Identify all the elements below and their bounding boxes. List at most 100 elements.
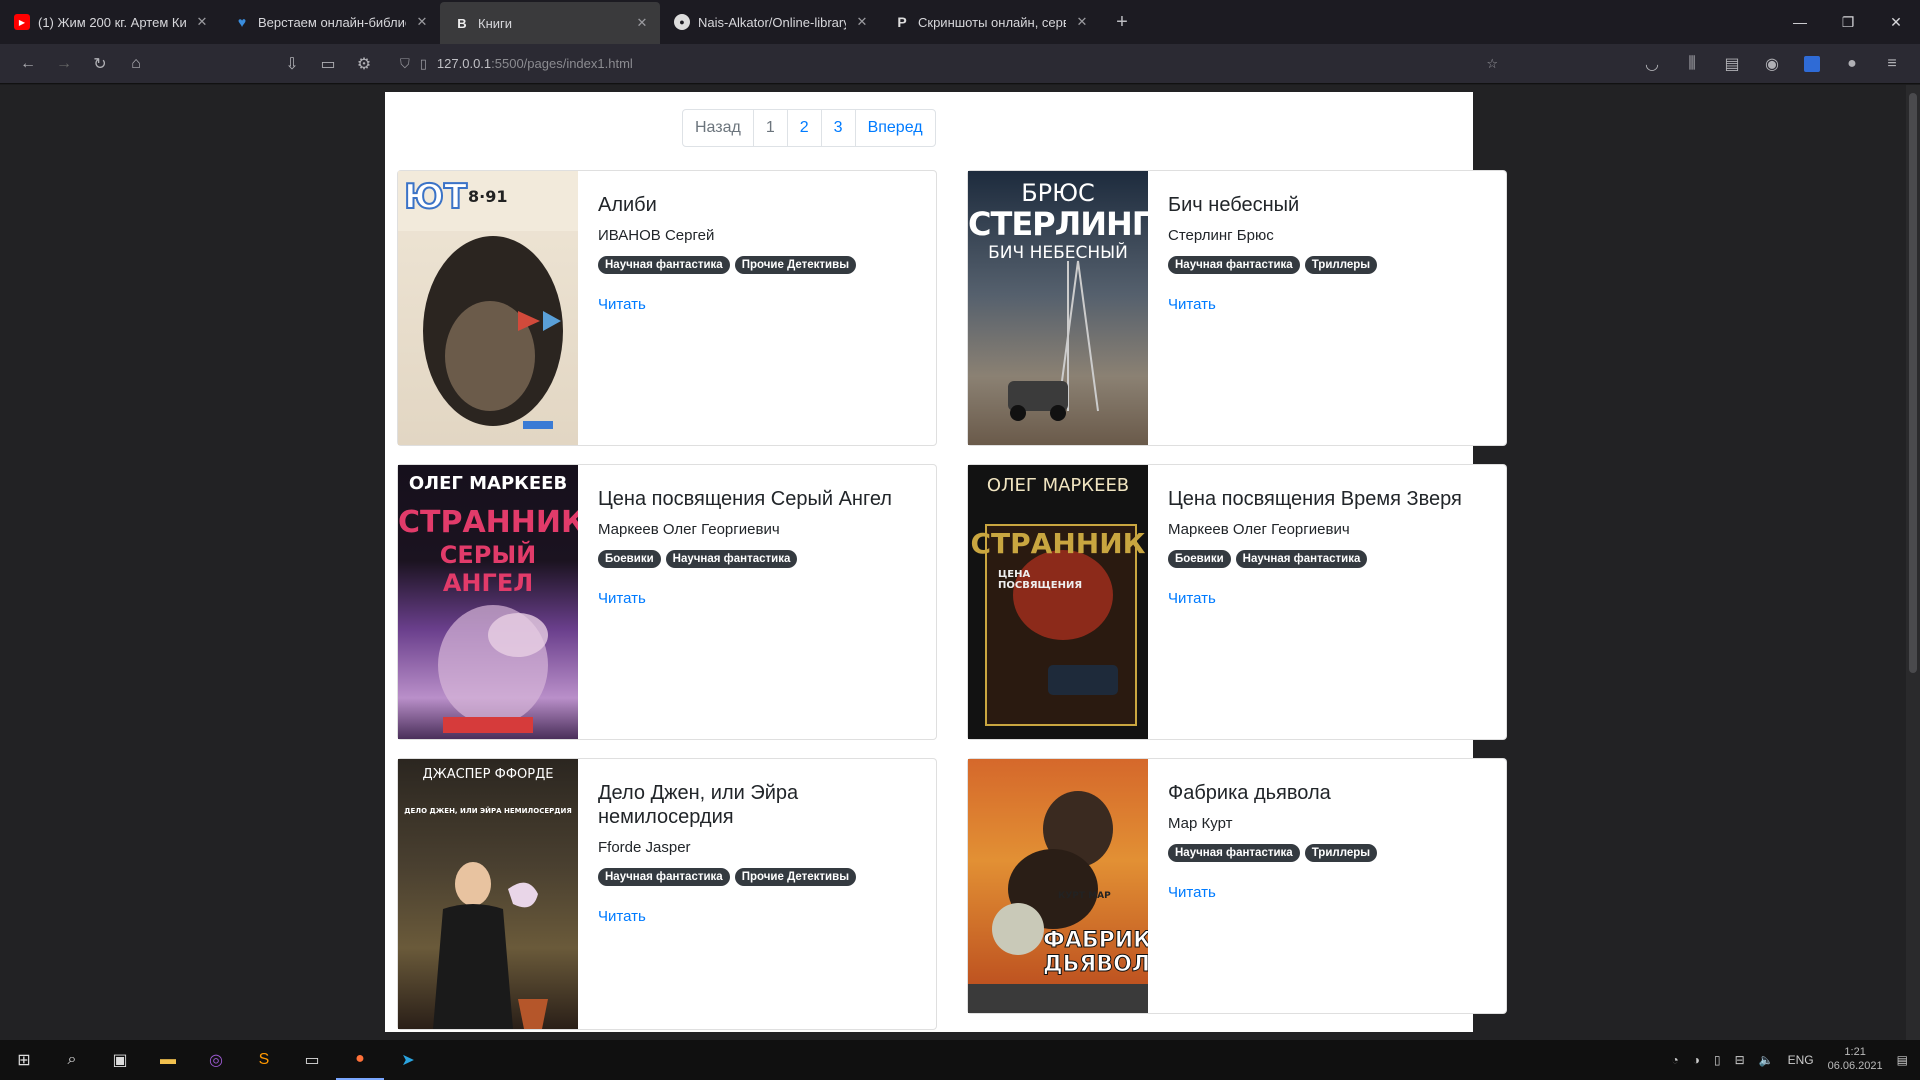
read-link[interactable]: Читать [1168,884,1216,901]
book-title: Цена посвящения Серый Ангел [598,488,892,510]
heart-icon: ♥ [237,14,247,30]
book-card-body: Цена посвящения Серый Ангел Маркеев Олег… [578,465,936,739]
task-view-icon[interactable]: ▣ [96,1040,144,1080]
close-icon[interactable]: ✕ [634,15,650,31]
tab-title: Верстаем онлайн-библиотеку [258,14,406,30]
telegram-icon[interactable]: ➤ [384,1040,432,1080]
pagination-next[interactable]: Вперед [854,110,935,146]
network-icon[interactable]: ⊟ [1735,1053,1745,1067]
back-icon[interactable]: ← [10,48,46,80]
volume-icon[interactable]: 🔈 [1759,1053,1774,1067]
tab-title: Nais-Alkator/Online-library: Jin [698,14,846,30]
genre-badge: Триллеры [1304,256,1378,274]
read-link[interactable]: Читать [1168,590,1216,607]
genre-badge: Боевики [1168,550,1231,568]
book-cover: КУРТ МАР ФАБРИКА ДЬЯВОЛА [968,759,1148,1013]
app-icon[interactable]: ◎ [192,1040,240,1080]
menu-icon[interactable]: ≡ [1874,48,1910,80]
firefox-icon[interactable]: ● [336,1040,384,1080]
book-author: Fforde Jasper [598,839,691,856]
sidebar-icon[interactable]: ▤ [1714,48,1750,80]
downloads-icon[interactable]: ⇩ [274,48,310,80]
cover-series: СТРАННИК [970,527,1146,560]
settings-icon[interactable]: ⚙ [346,48,382,80]
extension-icon[interactable] [1794,48,1830,80]
genre-badge: Боевики [598,550,661,568]
minimize-icon[interactable]: — [1776,0,1824,44]
notifications-icon[interactable]: ▤ [1897,1053,1908,1067]
scrollbar-thumb[interactable] [1909,93,1917,673]
cover-title: СЕРЫЙ АНГЕЛ [439,541,537,597]
browser-tab[interactable]: ▶ (1) Жим 200 кг. Артем Кириенк ✕ [0,0,220,44]
genre-badge: Научная фантастика [1235,550,1368,568]
url-bar[interactable]: ⛉ ▯ 127.0.0.1:5500/pages/index1.html ☆ [394,49,1614,79]
close-icon[interactable]: ✕ [414,14,430,30]
pagination: Назад 1 2 3 Вперед [682,109,936,147]
forward-icon[interactable]: → [46,48,82,80]
book-card: ОЛЕГ МАРКЕЕВ СТРАННИК ЦЕНА ПОСВЯЩЕНИЯ Це… [967,464,1507,740]
cover-title: БИЧ НЕБЕСНЫЙ [988,243,1128,263]
language-indicator[interactable]: ENG [1788,1053,1814,1067]
browser-tab[interactable]: P Скриншоты онлайн, сервис н ✕ [880,0,1100,44]
file-explorer-icon[interactable]: ▬ [144,1040,192,1080]
shield-icon[interactable]: ⛉ [400,56,410,72]
read-link[interactable]: Читать [598,908,646,925]
sublime-icon[interactable]: S [240,1040,288,1080]
bookmark-star-icon[interactable]: ☆ [1486,56,1498,72]
scrollbar[interactable] [1906,85,1920,1040]
pagination-page-1[interactable]: 1 [752,110,787,146]
battery-icon[interactable]: ▯ [1714,1053,1721,1067]
page-viewport: Назад 1 2 3 Вперед ЮТ 8·91 Алиби ИВАНОВ … [0,85,1920,1040]
library-icon[interactable]: ⫼ [1674,48,1710,80]
browser-nav-bar: ← → ↻ ⌂ ⇩ ▭ ⚙ ⛉ ▯ 127.0.0.1:5500/pages/i… [0,44,1920,84]
new-tab-button[interactable]: + [1100,0,1144,44]
book-card: ЮТ 8·91 Алиби ИВАНОВ Сергей Научная фант… [397,170,937,446]
browser-tab-active[interactable]: B Книги ✕ [440,2,660,44]
book-title: Бич небесный [1168,194,1300,216]
home-icon[interactable]: ⌂ [118,48,154,80]
cover-series: СТРАННИК [398,505,578,540]
page-icon: ▯ [419,55,427,71]
close-window-icon[interactable]: ✕ [1872,0,1920,44]
url-text[interactable]: 127.0.0.1:5500/pages/index1.html [437,56,1476,71]
read-link[interactable]: Читать [598,590,646,607]
restore-icon[interactable]: ❐ [1824,0,1872,44]
book-card: ДЖАСПЕР ФФОРДЕ ДЕЛО ДЖЕН, ИЛИ ЭЙРА НЕМИЛ… [397,758,937,1030]
extension-2-icon[interactable]: ● [1834,48,1870,80]
tray-icon[interactable]: ◔ [1671,1053,1678,1067]
close-icon[interactable]: ✕ [854,14,870,30]
book-card: БРЮС СТЕРЛИНГ БИЧ НЕБЕСНЫЙ Бич небесный … [967,170,1507,446]
read-link[interactable]: Читать [598,296,646,313]
tray-icon[interactable]: ◑ [1693,1053,1700,1067]
genre-list: Научная фантастика Прочие Детективы [598,256,916,274]
browser-tab[interactable]: ● Nais-Alkator/Online-library: Jin ✕ [660,0,880,44]
browser-tab-bar: ▶ (1) Жим 200 кг. Артем Кириенк ✕ ♥ Верс… [0,0,1920,44]
pagination-page-3[interactable]: 3 [820,110,855,146]
pagination-page-2[interactable]: 2 [786,110,821,146]
book-cover-art [985,524,1137,726]
account-icon[interactable]: ◉ [1754,48,1790,80]
cover-author: ОЛЕГ МАРКЕЕВ [986,475,1130,496]
clock[interactable]: 1:21 06.06.2021 [1828,1046,1883,1074]
book-card: ОЛЕГ МАРКЕЕВ СТРАННИК СЕРЫЙ АНГЕЛ Цена п… [397,464,937,740]
windows-start-icon[interactable]: ⊞ [0,1040,48,1080]
cover-author: КУРТ МАР [1058,891,1111,901]
windows-taskbar: ⊞ ⌕ ▣ ▬ ◎ S ▭ ● ➤ ◔ ◑ ▯ ⊟ 🔈 ENG 1:21 06.… [0,1040,1920,1080]
reload-icon[interactable]: ↻ [82,48,118,80]
terminal-icon[interactable]: ▭ [288,1040,336,1080]
book-title: Алиби [598,194,657,216]
reader-view-icon[interactable]: ▭ [310,48,346,80]
book-card-body: Алиби ИВАНОВ Сергей Научная фантастика П… [578,171,936,445]
close-icon[interactable]: ✕ [1074,14,1090,30]
system-tray: ◔ ◑ ▯ ⊟ 🔈 ENG 1:21 06.06.2021 ▤ [1671,1046,1920,1074]
pocket-icon[interactable]: ◡ [1634,48,1670,80]
pagination-prev[interactable]: Назад [683,110,753,146]
genre-list: Научная фантастика Триллеры [1168,256,1486,274]
genre-badge: Триллеры [1304,844,1378,862]
genre-list: Боевики Научная фантастика [1168,550,1486,568]
browser-tab[interactable]: ♥ Верстаем онлайн-библиотеку ✕ [220,0,440,44]
search-icon[interactable]: ⌕ [48,1040,96,1080]
cover-title: ДЕЛО ДЖЕН, ИЛИ ЭЙРА НЕМИЛОСЕРДИЯ [404,807,572,815]
close-icon[interactable]: ✕ [194,14,210,30]
read-link[interactable]: Читать [1168,296,1216,313]
